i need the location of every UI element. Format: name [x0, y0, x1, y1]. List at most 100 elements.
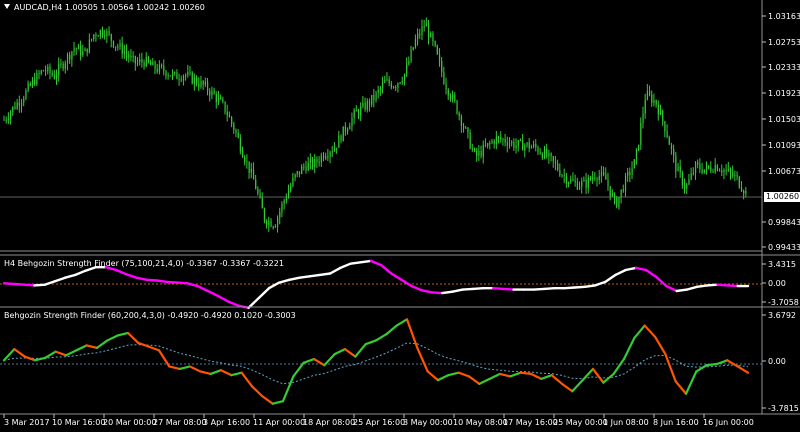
candle-body [237, 132, 239, 138]
candle-body [235, 130, 237, 133]
candle-body [596, 178, 598, 181]
candle-body [428, 24, 430, 38]
candle-body [386, 79, 388, 81]
candle-body [694, 162, 697, 174]
candle-body [23, 98, 25, 103]
candle-body [75, 48, 77, 50]
candle-body [425, 24, 428, 27]
candle-body [614, 194, 616, 198]
candle-body [174, 72, 176, 74]
candle-body [574, 180, 576, 183]
candle-body [384, 80, 386, 83]
ind1-segment [675, 288, 689, 293]
candle-body [250, 169, 252, 173]
candle-body [228, 115, 231, 118]
candle-body [353, 110, 355, 118]
candle-body [561, 175, 563, 177]
candle-body [616, 197, 618, 208]
candle-body [640, 122, 642, 145]
candle-body [161, 64, 163, 67]
candle-body [471, 148, 473, 150]
mt4-chart[interactable] [0, 0, 800, 432]
candle-body [594, 177, 596, 179]
candle-body [585, 179, 587, 188]
candle-body [322, 155, 325, 159]
candle-body [158, 64, 161, 72]
dropdown-icon[interactable] [4, 4, 10, 9]
candle-body [649, 91, 651, 95]
candle-body [732, 172, 734, 176]
candle-body [633, 159, 635, 169]
candle-body [362, 102, 364, 107]
candle-body [460, 115, 463, 126]
candle-body [366, 100, 368, 110]
candle-body [675, 155, 677, 172]
candle-body [336, 147, 338, 149]
ind1-segment [12, 282, 26, 286]
candle-body [40, 70, 42, 74]
candle-body [454, 94, 456, 101]
candle-body [670, 144, 673, 149]
candle-body [447, 89, 449, 96]
candle-body [576, 182, 579, 190]
candle-body [382, 82, 384, 89]
candle-body [364, 102, 366, 110]
candle-body [222, 99, 224, 102]
time-label: 3 May 00:00 [403, 418, 453, 427]
candle-body [642, 113, 644, 123]
candle-body [71, 51, 73, 60]
ind2-scale-label: 3.6792 [768, 311, 796, 320]
current-price-box: 1.00260 [764, 192, 800, 202]
candle-body [139, 59, 141, 62]
candle-body [263, 208, 266, 222]
candle-body [445, 83, 447, 90]
candle-body [215, 94, 217, 102]
candle-body [478, 151, 480, 156]
candle-body [500, 137, 502, 140]
candle-body [631, 168, 633, 175]
candle-body [659, 110, 662, 115]
candle-body [266, 221, 268, 225]
candle-body [239, 137, 242, 152]
candle-body [152, 61, 154, 66]
candle-body [7, 118, 10, 120]
ind2-title: Behgozin Strength Finder (60,200,4,3,0) … [4, 311, 296, 320]
ind1-segment [726, 284, 740, 288]
candle-body [653, 100, 655, 103]
candle-body [528, 142, 530, 149]
candle-body [84, 48, 86, 52]
candle-body [180, 79, 182, 81]
candle-body [480, 151, 482, 157]
candle-body [340, 135, 342, 142]
candle-body [699, 164, 701, 170]
ind1-segment [349, 261, 362, 265]
candle-body [3, 119, 5, 121]
candle-body [128, 54, 130, 58]
candle-body [417, 33, 419, 40]
candle-body [408, 61, 410, 65]
candle-body [145, 57, 147, 67]
candle-body [123, 51, 126, 54]
candle-body [533, 144, 535, 147]
candle-body [662, 110, 664, 122]
ind1-segment [359, 259, 373, 264]
candle-body [136, 61, 139, 64]
candle-body [272, 226, 274, 228]
candle-body [541, 153, 544, 158]
candle-body [727, 168, 730, 171]
candle-body [82, 51, 84, 56]
candle-body [620, 189, 622, 197]
candle-body [712, 171, 714, 173]
candle-body [484, 145, 487, 147]
candle-body [31, 79, 34, 86]
time-label: 11 Apr 00:00 [253, 418, 306, 427]
ind1-segment [145, 278, 159, 282]
candle-body [261, 197, 263, 209]
candle-body [530, 146, 533, 149]
price-label: 1.02333 [768, 63, 800, 72]
candle-body [524, 145, 526, 151]
candle-body [347, 129, 349, 132]
candle-body [202, 81, 204, 85]
candle-body [438, 54, 441, 61]
candle-body [45, 70, 47, 72]
